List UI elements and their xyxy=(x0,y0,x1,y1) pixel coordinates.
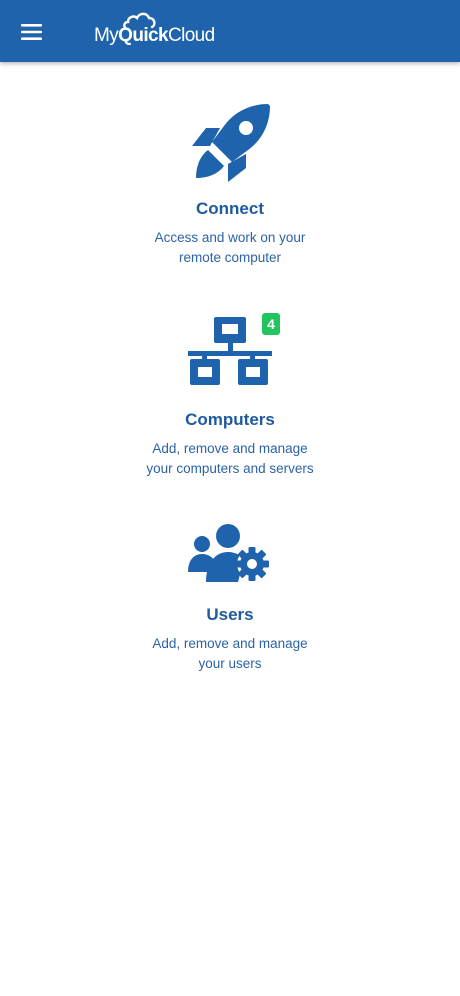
users-title: Users xyxy=(206,605,254,624)
computers-card[interactable]: 4 Computers Add, remove and manage your … xyxy=(0,313,460,479)
menu-button[interactable] xyxy=(12,14,52,50)
connect-description-line1: Access and work on your xyxy=(154,230,306,245)
app-logo[interactable]: MyQuickCloud xyxy=(94,11,224,51)
users-description: Add, remove and manage your users xyxy=(120,634,340,674)
connect-card[interactable]: Connect Access and work on your remote c… xyxy=(0,102,460,268)
connect-description-line2: remote computer xyxy=(178,250,282,265)
computers-description-line1: Add, remove and manage xyxy=(152,441,308,456)
users-settings-icon xyxy=(188,524,269,582)
hamburger-menu-icon xyxy=(21,24,42,40)
users-icon-wrap xyxy=(188,524,272,586)
users-description-line1: Add, remove and manage xyxy=(152,636,308,651)
app-root: MyQuickCloud Connect Access and work on … xyxy=(0,0,460,996)
computers-count-badge: 4 xyxy=(262,313,280,335)
logo-text: MyQuickCloud xyxy=(94,25,215,47)
connect-icon-wrap xyxy=(188,102,272,186)
connect-title: Connect xyxy=(196,199,264,218)
rocket-icon xyxy=(192,104,270,182)
logo-text-my: My xyxy=(94,25,119,46)
users-card[interactable]: Users Add, remove and manage your users xyxy=(0,524,460,674)
network-icon xyxy=(188,317,272,385)
connect-description: Access and work on your remote computer xyxy=(120,228,340,268)
logo-text-cloud: Cloud xyxy=(167,25,215,46)
computers-description: Add, remove and manage your computers an… xyxy=(120,439,340,479)
users-description-line2: your users xyxy=(198,656,262,671)
logo-text-quick: Quick xyxy=(118,25,168,46)
top-app-bar: MyQuickCloud xyxy=(0,0,460,62)
computers-title: Computers xyxy=(185,410,275,429)
computers-icon-wrap: 4 xyxy=(188,313,280,401)
computers-description-line2: your computers and servers xyxy=(146,461,314,476)
